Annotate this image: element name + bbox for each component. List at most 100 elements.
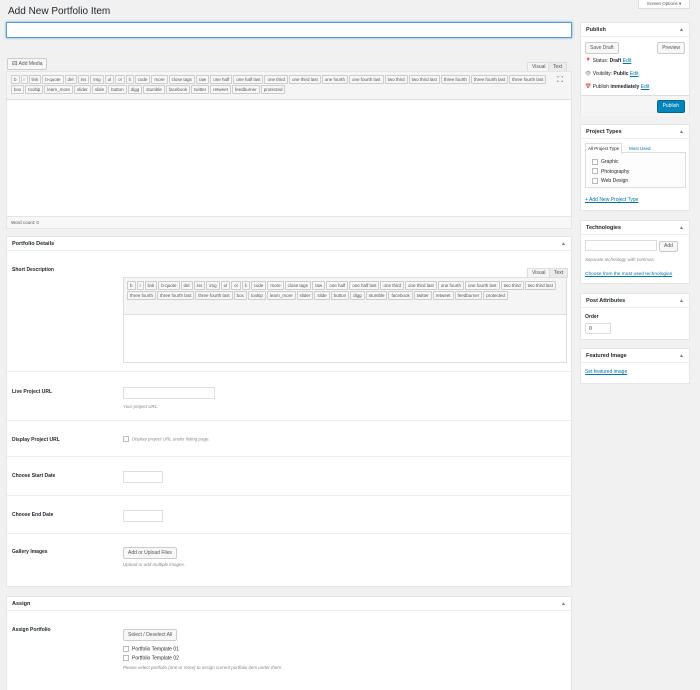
quicktag-button[interactable]: one half: [326, 281, 349, 290]
quicktag-button[interactable]: li: [125, 75, 134, 84]
quicktag-button[interactable]: del: [180, 281, 193, 290]
quicktag-button[interactable]: slider: [74, 85, 91, 94]
add-upload-files-button[interactable]: Add or Upload Files: [123, 547, 177, 559]
end-date-input[interactable]: [123, 510, 163, 522]
assign-header[interactable]: Assign ▲: [7, 597, 571, 611]
template-checkbox[interactable]: [123, 655, 129, 661]
quicktag-button[interactable]: retweet: [210, 85, 231, 94]
quicktag-button[interactable]: close tags: [168, 75, 195, 84]
quicktag-button[interactable]: more: [151, 75, 168, 84]
live-url-input[interactable]: [123, 387, 215, 399]
quicktag-button[interactable]: slide: [314, 291, 330, 300]
quicktag-button[interactable]: b: [127, 281, 136, 290]
quicktag-button[interactable]: code: [250, 281, 267, 290]
quicktag-button[interactable]: digg: [350, 291, 365, 300]
quicktag-button[interactable]: box: [233, 291, 247, 300]
quicktag-button[interactable]: raw: [195, 75, 210, 84]
publish-header[interactable]: Publish ▲: [581, 23, 689, 37]
quicktag-button[interactable]: retweet: [432, 291, 454, 300]
quicktag-button[interactable]: li: [241, 281, 250, 290]
quicktag-button[interactable]: two third: [384, 75, 408, 84]
add-new-project-type-link[interactable]: + Add New Project Type: [585, 197, 638, 203]
quicktag-button[interactable]: ol: [115, 75, 125, 84]
set-featured-image-link[interactable]: Set featured image: [585, 369, 627, 375]
project-types-header[interactable]: Project Types ▲: [581, 125, 689, 139]
type-checkbox[interactable]: [592, 168, 598, 175]
post-attributes-collapse-icon[interactable]: ▲: [679, 298, 684, 304]
quicktag-button[interactable]: one third last: [405, 281, 437, 290]
quicktag-button[interactable]: b-quote: [42, 75, 64, 84]
preview-button[interactable]: Preview: [657, 42, 685, 54]
quicktag-button[interactable]: learn_more: [266, 291, 296, 300]
editor-textarea[interactable]: [7, 100, 571, 216]
quicktag-button[interactable]: stumble: [143, 85, 165, 94]
quicktag-button[interactable]: tooltip: [25, 85, 44, 94]
quicktag-button[interactable]: close tags: [284, 281, 311, 290]
quicktag-button[interactable]: ins: [77, 75, 90, 84]
quicktag-button[interactable]: slide: [91, 85, 108, 94]
type-checkbox[interactable]: [592, 158, 598, 165]
featured-image-collapse-icon[interactable]: ▲: [679, 353, 684, 359]
quicktag-button[interactable]: protected: [483, 291, 509, 300]
start-date-input[interactable]: [123, 471, 163, 483]
technology-input[interactable]: [585, 240, 657, 251]
quicktag-button[interactable]: facebook: [165, 85, 191, 94]
list-item[interactable]: Web Design: [592, 177, 679, 187]
fullscreen-icon[interactable]: ⛶: [557, 75, 563, 85]
quicktag-button[interactable]: stumble: [365, 291, 388, 300]
quicktag-button[interactable]: one fourth: [437, 281, 465, 290]
quicktag-button[interactable]: one fourth: [321, 75, 349, 84]
quicktag-button[interactable]: twitter: [191, 85, 210, 94]
screen-options-button[interactable]: Screen Options ▾: [638, 0, 690, 9]
quicktag-button[interactable]: three fourth last: [509, 75, 547, 84]
publish-collapse-icon[interactable]: ▲: [679, 27, 684, 33]
quicktag-button[interactable]: one fourth last: [465, 281, 500, 290]
portfolio-details-header[interactable]: Portfolio Details ▲: [7, 237, 571, 251]
template-item[interactable]: Portfolio Template 01: [123, 646, 179, 652]
quicktag-button[interactable]: feedburner: [231, 85, 260, 94]
quicktag-button[interactable]: link: [28, 75, 42, 84]
quicktag-button[interactable]: protected: [260, 85, 286, 94]
status-edit-link[interactable]: Edit: [623, 58, 632, 64]
quicktag-button[interactable]: code: [134, 75, 151, 84]
quicktag-button[interactable]: three fourth last: [470, 75, 509, 84]
quicktag-button[interactable]: img: [206, 281, 220, 290]
quicktag-button[interactable]: ul: [104, 75, 115, 84]
quicktag-button[interactable]: i: [20, 75, 28, 84]
quicktag-button[interactable]: img: [90, 75, 104, 84]
visibility-edit-link[interactable]: Edit: [630, 71, 639, 77]
post-attributes-header[interactable]: Post Attributes ▲: [581, 294, 689, 308]
choose-technologies-link[interactable]: Choose from the most used technologies: [585, 272, 672, 277]
quicktag-button[interactable]: one fourth last: [349, 75, 384, 84]
add-technology-button[interactable]: Add: [659, 241, 678, 252]
quicktag-button[interactable]: raw: [311, 281, 326, 290]
quicktag-button[interactable]: more: [267, 281, 284, 290]
quicktag-button[interactable]: tooltip: [247, 291, 266, 300]
project-types-collapse-icon[interactable]: ▲: [679, 129, 684, 135]
quicktag-button[interactable]: one half last: [349, 281, 380, 290]
title-input[interactable]: [6, 22, 572, 38]
quicktag-button[interactable]: two third last: [524, 281, 556, 290]
quicktag-button[interactable]: b: [11, 75, 20, 84]
template-checkbox[interactable]: [123, 646, 129, 652]
schedule-edit-link[interactable]: Edit: [641, 84, 650, 90]
quicktag-button[interactable]: learn_more: [44, 85, 74, 94]
quicktag-button[interactable]: three fourth last: [195, 291, 233, 300]
quicktag-button[interactable]: i: [136, 281, 144, 290]
quicktag-button[interactable]: b-quote: [158, 281, 180, 290]
order-input[interactable]: 0: [585, 323, 611, 334]
quicktag-button[interactable]: feedburner: [454, 291, 483, 300]
tab-all-project-type[interactable]: All Project Type: [585, 143, 623, 154]
technologies-header[interactable]: Technologies ▲: [581, 221, 689, 235]
featured-image-header[interactable]: Featured Image ▲: [581, 349, 689, 363]
quicktag-button[interactable]: twitter: [413, 291, 432, 300]
quicktag-button[interactable]: facebook: [388, 291, 413, 300]
list-item[interactable]: Photography: [592, 168, 679, 178]
quicktag-button[interactable]: box: [11, 85, 25, 94]
quicktag-button[interactable]: three fourth: [127, 291, 157, 300]
collapse-arrow-icon[interactable]: ▲: [561, 241, 566, 247]
type-checkbox[interactable]: [592, 177, 598, 184]
quicktag-button[interactable]: one half last: [233, 75, 264, 84]
quicktag-button[interactable]: ul: [220, 281, 231, 290]
list-item[interactable]: Graphic: [592, 158, 679, 168]
